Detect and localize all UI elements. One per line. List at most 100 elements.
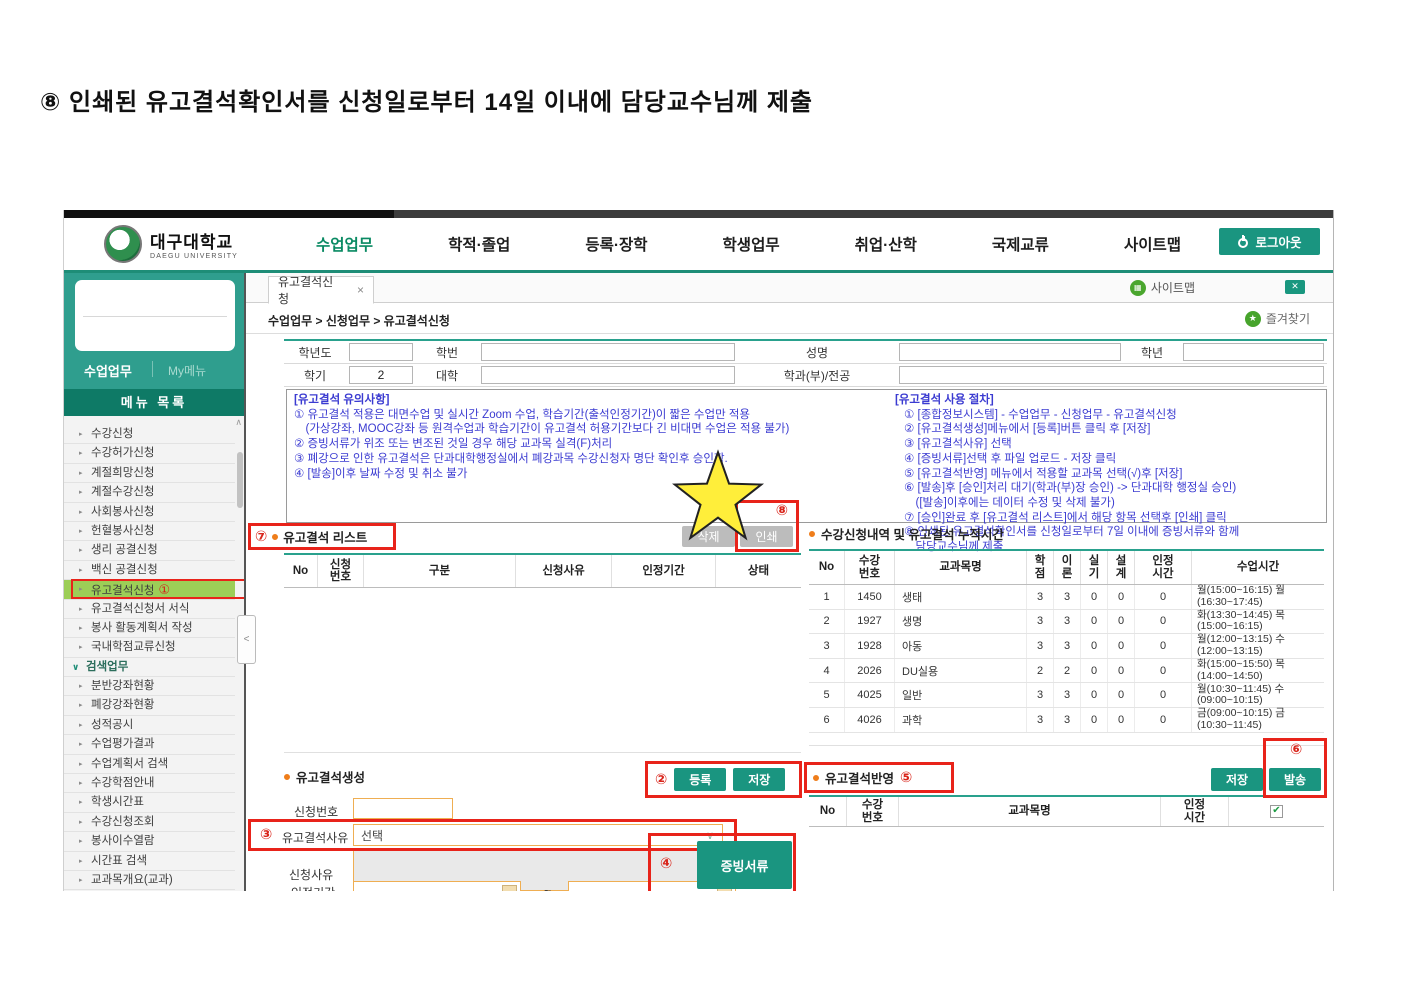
table-cell: 0 — [1135, 585, 1192, 609]
table-cell: 3 — [1027, 634, 1054, 658]
menu-arrow-icon: ▸ — [79, 735, 83, 754]
college-input[interactable] — [481, 366, 735, 384]
menu-arrow-icon: ▸ — [79, 561, 83, 580]
calendar-icon[interactable] — [502, 885, 517, 891]
sidebar-item-수업계획서 검색[interactable]: ▸수업계획서 검색 — [64, 755, 235, 774]
sidebar-item-수강신청조회[interactable]: ▸수강신청조회 — [64, 813, 235, 832]
register-button[interactable]: 등록 — [674, 768, 726, 791]
menu-arrow-icon: ▸ — [79, 444, 83, 463]
notice-line: ④ [증빙서류]선택 후 파일 업로드 - 저장 클릭 — [895, 452, 1239, 467]
sidebar-scrollbar-thumb[interactable] — [237, 452, 243, 508]
nav-item-사이트맵[interactable]: 사이트맵 — [1124, 233, 1181, 255]
logout-button[interactable]: 로그아웃 — [1219, 228, 1320, 255]
nav-item-수업업무[interactable]: 수업업무 — [316, 233, 373, 255]
sidebar-item-봉사 활동계획서 작성[interactable]: ▸봉사 활동계획서 작성 — [64, 619, 235, 638]
sidebar-item-백신 공결신청[interactable]: ▸백신 공결신청 — [64, 561, 235, 580]
table-cell: 2 — [1054, 659, 1081, 683]
sidebar-item-교과목개요(교과)[interactable]: ▸교과목개요(교과) — [64, 871, 235, 890]
sidebar-item-검색업무[interactable]: ∨검색업무 — [64, 658, 235, 677]
menu-arrow-icon: ▸ — [79, 793, 83, 812]
column-header: 신청 번호 — [318, 555, 364, 587]
sidebar-item-수강학점안내[interactable]: ▸수강학점안내 — [64, 774, 235, 793]
sidebar-item-수강허가신청[interactable]: ▸수강허가신청 — [64, 444, 235, 463]
period-start-input[interactable] — [353, 881, 521, 891]
label-college: 대학 — [416, 367, 478, 384]
table-cell: 월(12:00~13:15) 수(12:00~13:15) — [1192, 634, 1324, 658]
table-cell: 3 — [1027, 683, 1054, 707]
list-section-title: 유고결석 리스트 — [283, 527, 367, 546]
semester-input[interactable] — [349, 366, 413, 384]
apply-table: No수강 번호교과목명인정 시간✔ — [809, 795, 1324, 827]
name-input[interactable] — [899, 343, 1121, 361]
sidebar-item-국내학점교류신청[interactable]: ▸국내학점교류신청 — [64, 638, 235, 657]
sidebar-item-계절희망신청[interactable]: ▸계절희망신청 — [64, 464, 235, 483]
sidebar-item-유고결석신청[interactable]: ▸유고결석신청① — [64, 580, 235, 599]
sidebar-item-성적공시[interactable]: ▸성적공시 — [64, 716, 235, 735]
content-area: 유고결석신청 × ▦ 사이트맵 ✕ 수업업무 > 신청업무 > 유고결석신청 ★… — [246, 273, 1334, 891]
table-row: 11450생태33000월(15:00~16:15) 월(16:30~17:45… — [809, 585, 1324, 610]
sidebar-item-유고결석신청서 서식[interactable]: ▸유고결석신청서 서식 — [64, 600, 235, 619]
select-all-checkbox[interactable]: ✔ — [1270, 805, 1283, 818]
grade-input[interactable] — [1183, 343, 1324, 361]
sidebar-item-생리 공결신청[interactable]: ▸생리 공결신청 — [64, 541, 235, 560]
request-no-input[interactable] — [353, 798, 453, 819]
tab-close-icon[interactable]: × — [357, 283, 364, 297]
label-semester: 학기 — [284, 367, 346, 384]
apply-save-button[interactable]: 저장 — [1211, 768, 1263, 791]
menu-arrow-icon: ∨ — [72, 658, 79, 677]
student-no-input[interactable] — [481, 343, 735, 361]
nav-item-학생업무[interactable]: 학생업무 — [723, 233, 780, 255]
table-cell: 화(15:00~15:50) 목(14:00~14:50) — [1192, 659, 1324, 683]
evidence-button[interactable]: 증빙서류 — [697, 841, 792, 889]
sitemap-link[interactable]: ▦ 사이트맵 — [1130, 279, 1195, 296]
send-button[interactable]: 발송 — [1269, 768, 1321, 791]
sidebar-item-시간표 검색[interactable]: ▸시간표 검색 — [64, 852, 235, 871]
column-header: 수강 번호 — [845, 551, 895, 584]
table-cell: 4026 — [845, 708, 895, 732]
sidebar-tab-mymenu[interactable]: My메뉴 — [168, 362, 206, 379]
sidebar-collapse-handle[interactable]: < — [237, 615, 256, 664]
year-input[interactable] — [349, 343, 413, 361]
label-major: 학과(부)/전공 — [738, 367, 896, 384]
sidebar-item-분반강좌현황[interactable]: ▸분반강좌현황 — [64, 677, 235, 696]
close-all-tabs-icon[interactable]: ✕ — [1285, 280, 1305, 294]
nav-item-취업·산학[interactable]: 취업·산학 — [855, 233, 917, 255]
sidebar-item-학생시간표[interactable]: ▸학생시간표 — [64, 793, 235, 812]
table-cell: 3 — [1054, 610, 1081, 634]
sidebar-item-헌혈봉사신청[interactable]: ▸헌혈봉사신청 — [64, 522, 235, 541]
menu-arrow-icon: ▸ — [79, 638, 83, 657]
table-row: 54025일반33000월(10:30~11:45) 수(09:00~10:15… — [809, 683, 1324, 708]
table-cell: 0 — [1108, 683, 1135, 707]
nav-item-국제교류[interactable]: 국제교류 — [992, 233, 1049, 255]
sidebar-item-봉사이수열람[interactable]: ▸봉사이수열람 — [64, 832, 235, 851]
breadcrumb: 수업업무 > 신청업무 > 유고결석신청 — [268, 312, 450, 329]
tab-absence-application[interactable]: 유고결석신청 × — [268, 276, 374, 304]
sidebar-item-계절수강신청[interactable]: ▸계절수강신청 — [64, 483, 235, 502]
table-cell: DU실용 — [895, 659, 1027, 683]
enrollment-section-title: 수강신청내역 및 유고결석 누적시간 — [821, 524, 1004, 543]
scroll-up-icon[interactable]: ∧ — [235, 417, 242, 428]
nav-item-학적·졸업[interactable]: 학적·졸업 — [448, 233, 510, 255]
sidebar-tab-courses[interactable]: 수업업무 — [84, 361, 132, 380]
column-header: 수업시간 — [1192, 551, 1324, 584]
major-input[interactable] — [899, 366, 1324, 384]
menu-list-title: 메뉴 목록 — [64, 389, 244, 416]
sidebar-item-폐강강좌현황[interactable]: ▸폐강강좌현황 — [64, 696, 235, 715]
create-save-button[interactable]: 저장 — [733, 768, 785, 791]
favorite-link[interactable]: ★ 즐겨찾기 — [1245, 310, 1310, 327]
notice-title: [유고결석 사용 절차] — [895, 393, 1239, 408]
sidebar-item-사회봉사신청[interactable]: ▸사회봉사신청 — [64, 503, 235, 522]
menu-arrow-icon: ▸ — [79, 541, 83, 560]
label-student-no: 학번 — [416, 344, 478, 361]
sidebar-item-수업평가결과[interactable]: ▸수업평가결과 — [64, 735, 235, 754]
nav-item-등록·장학[interactable]: 등록·장학 — [585, 233, 647, 255]
table-cell: 0 — [1135, 659, 1192, 683]
sidebar-item-수강신청[interactable]: ▸수강신청 — [64, 425, 235, 444]
column-header: 상태 — [716, 555, 801, 587]
enrollment-section-heading: 수강신청내역 및 유고결석 누적시간 — [809, 524, 1004, 543]
menu-arrow-icon: ▸ — [79, 813, 83, 832]
column-header: 구분 — [364, 555, 516, 587]
menu-arrow-icon: ▸ — [79, 503, 83, 522]
menu-arrow-icon: ▸ — [79, 522, 83, 541]
bullet-icon — [813, 775, 819, 781]
